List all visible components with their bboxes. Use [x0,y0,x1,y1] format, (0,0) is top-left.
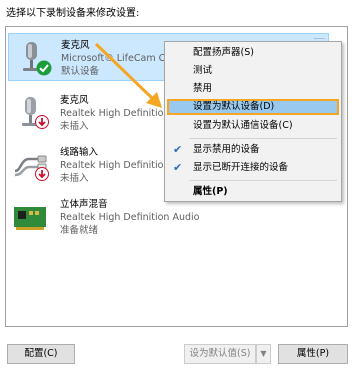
menu-item-label: 配置扬声器(S) [193,47,254,58]
device-status: 未插入 [60,121,89,132]
set-default-dropdown-button[interactable]: ▼ [256,344,271,364]
device-driver: Realtek High Definition Audio [60,212,200,223]
menu-item-label: 禁用 [193,83,213,94]
menu-item-label: 设置为默认设备(D) [193,101,275,112]
unplugged-arrow-icon [35,167,49,181]
device-context-menu: 配置扬声器(S) 测试 禁用 设置为默认设备(D) 设置为默认通信设备(C) ✔… [164,41,342,202]
menu-item-test[interactable]: 测试 [167,63,339,79]
menu-item-label: 测试 [193,65,213,76]
checkmark-icon: ✔ [173,143,183,156]
device-name: 线路输入 [60,147,99,158]
default-check-icon [36,60,52,76]
menu-item-disable[interactable]: 禁用 [167,81,339,97]
device-status: 未插入 [60,173,89,184]
instruction-text: 选择以下录制设备来修改设置: [6,8,140,19]
chevron-down-icon: ▼ [260,349,267,358]
device-name: 麦克风 [61,40,90,51]
menu-item-show-disconnected-devices[interactable]: ✔ 显示已断开连接的设备 [167,160,339,176]
menu-item-show-disabled-devices[interactable]: ✔ 显示禁用的设备 [167,142,339,158]
menu-separator [189,180,337,181]
menu-item-properties[interactable]: 属性(P) [167,184,339,200]
device-driver: Microsoft® LifeCam C [61,53,166,64]
menu-item-label: 设置为默认通信设备(C) [193,120,293,131]
device-driver: Realtek High Definitio [60,108,164,119]
menu-item-configure-speakers[interactable]: 配置扬声器(S) [167,45,339,61]
properties-button[interactable]: 属性(P) [278,344,348,364]
device-name: 麦克风 [60,95,89,106]
device-status: 默认设备 [61,66,100,77]
menu-item-label: 属性(P) [193,186,228,197]
device-driver: Realtek High Definitio [60,160,164,171]
unplugged-arrow-icon [35,115,49,129]
checkmark-icon: ✔ [173,161,183,174]
menu-item-set-default-device[interactable]: 设置为默认设备(D) [167,99,339,115]
configure-button[interactable]: 配置(C) [7,344,75,364]
device-status: 准备就绪 [60,225,99,236]
menu-item-label: 显示已断开连接的设备 [193,162,289,173]
menu-separator [189,138,337,139]
menu-item-set-default-communication-device[interactable]: 设置为默认通信设备(C) [167,118,339,134]
set-default-button[interactable]: 设为默认值(S) [184,344,256,364]
menu-item-label: 显示禁用的设备 [193,144,260,155]
sound-card-icon [14,207,46,230]
